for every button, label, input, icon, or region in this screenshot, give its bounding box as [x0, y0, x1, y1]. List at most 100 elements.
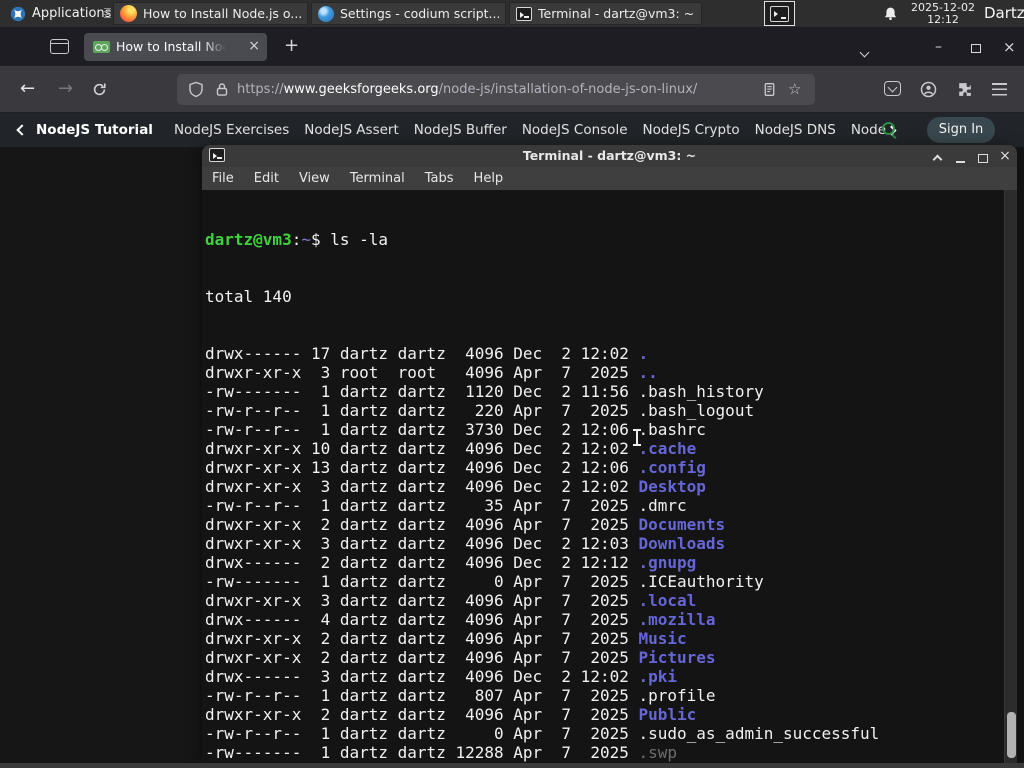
pocket-icon[interactable] [884, 81, 901, 96]
terminal-line: drwxr-xr-x 3 dartz dartz 4096 Apr 7 2025… [205, 591, 697, 610]
terminal-menu-file[interactable]: File [212, 171, 234, 186]
codium-icon [318, 5, 334, 22]
taskbar-button-firefox[interactable]: How to Install Node.js o... [113, 2, 308, 25]
tab-close-icon[interactable]: × [248, 33, 260, 61]
taskbar-button-codium[interactable]: Settings - codium script... [311, 2, 506, 25]
terminal-line: drwxr-xr-x 2 dartz dartz 4096 Apr 7 2025… [205, 705, 697, 724]
terminal-menu-view[interactable]: View [299, 171, 330, 186]
terminal-line: -rw-r--r-- 1 dartz dartz 807 Apr 7 2025 … [205, 686, 716, 705]
terminal-line: drwxr-xr-x 2 dartz dartz 4096 Apr 7 2025… [205, 648, 716, 667]
site-nav-link[interactable]: NodeJS Buffer [414, 122, 507, 138]
site-nav-primary[interactable]: NodeJS Tutorial [36, 122, 153, 138]
terminal-line: drwxr-xr-x 10 dartz dartz 4096 Dec 2 12:… [205, 439, 697, 458]
terminal-window: Terminal - dartz@vm3: ~ × File Edit View Te… [202, 145, 1017, 763]
tracking-shield-icon[interactable] [188, 81, 204, 98]
applications-icon [10, 6, 26, 21]
terminal-menubar: File Edit View Terminal Tabs Help [202, 167, 1017, 190]
url-path: /node-js/installation-of-node-js-on-linu… [438, 82, 698, 97]
notification-bell-icon[interactable] [883, 6, 898, 21]
terminal-line: drwx------ 17 dartz dartz 4096 Dec 2 12:… [205, 344, 649, 363]
terminal-menu-tabs[interactable]: Tabs [425, 171, 454, 186]
terminal-line: drwxr-xr-x 3 root root 4096 Apr 7 2025 .… [205, 363, 658, 382]
firefox-toolbar: ← → https://www.geeksforgeeks.org/node-j… [0, 66, 1024, 113]
terminal-line: -rw-r--r-- 1 dartz dartz 3730 Dec 2 12:0… [205, 420, 706, 439]
top-panel: Applications How to Install Node.js o...… [0, 0, 1024, 27]
applications-menu[interactable]: Applications [4, 0, 117, 27]
terminal-title: Terminal - dartz@vm3: ~ [522, 148, 697, 163]
new-tab-button[interactable]: + [284, 32, 299, 60]
panel-user-label[interactable]: Dartz [984, 0, 1024, 27]
site-nav-links: NodeJS Exercises NodeJS Assert NodeJS Buff… [159, 122, 886, 138]
terminal-line: drwxr-xr-x 13 dartz dartz 4096 Dec 2 12:… [205, 458, 706, 477]
terminal-line: drwx------ 3 dartz dartz 4096 Dec 2 12:0… [205, 667, 678, 686]
terminal-scrollbar-thumb[interactable] [1007, 712, 1016, 758]
site-nav-link[interactable]: NodeJS Exercises [174, 122, 289, 138]
terminal-body[interactable]: dartz@vm3:~$ ls -la total 140 drwx------… [202, 190, 1017, 763]
reload-icon[interactable] [92, 82, 107, 97]
prompt-user-host: dartz@vm3 [205, 230, 292, 249]
search-icon[interactable] [882, 122, 895, 135]
nav-chevron-left-icon[interactable] [16, 124, 28, 136]
reader-view-icon[interactable] [762, 81, 777, 98]
menu-hamburger-icon[interactable] [992, 83, 1007, 96]
terminal-menu-terminal[interactable]: Terminal [350, 171, 405, 186]
list-all-tabs-icon[interactable] [859, 41, 870, 60]
site-nav-link[interactable]: NodeJS Crypto [643, 122, 740, 138]
terminal-titlebar[interactable]: Terminal - dartz@vm3: ~ × [202, 145, 1017, 167]
bookmark-star-icon[interactable]: ☆ [788, 74, 801, 105]
mouse-ibeam-cursor [633, 429, 641, 446]
terminal-shade-button[interactable] [930, 148, 944, 165]
url-bar[interactable]: https://www.geeksforgeeks.org/node-js/in… [177, 74, 815, 105]
browser-tab-active[interactable]: How to Install Node.js on × [84, 33, 267, 61]
sign-in-button[interactable]: Sign In [927, 117, 995, 143]
terminal-close-button[interactable]: × [998, 148, 1012, 164]
forward-button: → [58, 78, 74, 99]
back-button[interactable]: ← [20, 66, 35, 113]
taskbar-button-terminal[interactable]: Terminal - dartz@vm3: ~ [509, 2, 702, 25]
terminal-line: -rw-r--r-- 1 dartz dartz 35 Apr 7 2025 .… [205, 496, 687, 515]
firefox-tab-bar: How to Install Node.js on × + – × [0, 27, 1024, 66]
geeksforgeeks-favicon [93, 41, 110, 53]
terminal-menu-help[interactable]: Help [474, 171, 504, 186]
terminal-line: drwxr-xr-x 3 dartz dartz 4096 Dec 2 12:0… [205, 534, 726, 553]
terminal-line: -rw------- 1 dartz dartz 12288 Apr 7 202… [205, 743, 678, 762]
account-icon[interactable] [920, 81, 937, 98]
terminal-line: drwx------ 2 dartz dartz 4096 Dec 2 12:1… [205, 553, 697, 572]
url-domain: www.geeksforgeeks.org [283, 82, 439, 97]
url-text: https://www.geeksforgeeks.org/node-js/in… [237, 74, 697, 105]
terminal-minimize-button[interactable] [953, 148, 967, 164]
prompt-colon: : [291, 230, 302, 249]
firefox-view-icon[interactable] [50, 39, 69, 54]
terminal-total-line: total 140 [205, 287, 292, 306]
url-protocol: https:// [237, 82, 284, 97]
window-maximize-button[interactable] [971, 44, 981, 53]
terminal-launcher[interactable] [764, 1, 795, 26]
terminal-line: drwxr-xr-x 3 dartz dartz 4096 Dec 2 12:0… [205, 477, 706, 496]
lock-icon[interactable] [214, 81, 230, 98]
site-nav-link[interactable]: NodeJS DNS [755, 122, 836, 138]
terminal-prompt-line: dartz@vm3:~$ ls -la [205, 230, 1001, 249]
extensions-puzzle-icon[interactable] [956, 81, 973, 98]
task-label: Terminal - dartz@vm3: ~ [538, 6, 695, 21]
prompt-dir: ~ [301, 230, 311, 249]
terminal-scrollbar[interactable] [1004, 190, 1017, 763]
task-label: How to Install Node.js o... [143, 6, 301, 21]
terminal-line: drwxr-xr-x 2 dartz dartz 4096 Apr 7 2025… [205, 515, 726, 534]
site-nav-bar: NodeJS Tutorial NodeJS Exercises NodeJS A… [0, 113, 1024, 147]
terminal-icon [770, 5, 789, 22]
firefox-icon [120, 5, 137, 22]
site-nav-link[interactable]: NodeJS Assert [304, 122, 399, 138]
terminal-line: -rw-r--r-- 1 dartz dartz 220 Apr 7 2025 … [205, 401, 755, 420]
site-nav-link[interactable]: Node [851, 122, 886, 138]
panel-clock[interactable]: 2025-12-02 12:12 [906, 2, 980, 26]
terminal-line: -rw-r--r-- 1 dartz dartz 0 Apr 7 2025 .s… [205, 724, 880, 743]
terminal-menu-edit[interactable]: Edit [254, 171, 279, 186]
site-nav-link[interactable]: NodeJS Console [522, 122, 628, 138]
terminal-maximize-button[interactable] [976, 148, 990, 164]
terminal-listing: drwx------ 17 dartz dartz 4096 Dec 2 12:… [205, 344, 1001, 763]
window-close-button[interactable]: × [1003, 39, 1016, 55]
terminal-icon [516, 6, 532, 21]
window-minimize-button[interactable]: – [935, 40, 946, 54]
task-label: Settings - codium script... [340, 6, 499, 21]
desktop: Applications How to Install Node.js o...… [0, 0, 1024, 768]
